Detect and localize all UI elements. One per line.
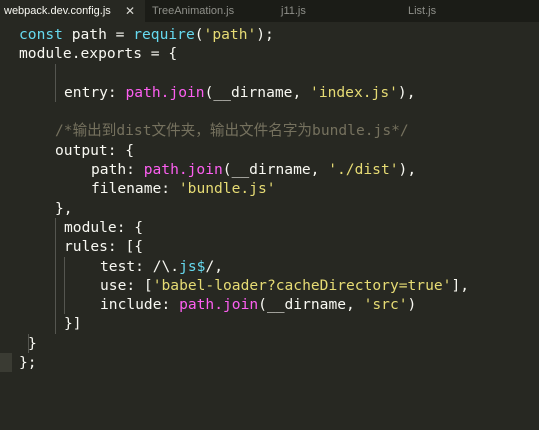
code-text: output: { [55,141,135,159]
tab-webpack-dev-config[interactable]: webpack.dev.config.js ✕ [0,0,145,22]
indent-guide [55,82,56,103]
code-line: rules: [{ [0,237,539,257]
code-text: const path = require('path'); [19,26,274,43]
code-line: use: ['babel-loader?cacheDirectory=true'… [0,275,539,296]
tab-bar: webpack.dev.config.js ✕ TreeAnimation.js… [0,0,539,22]
indent-guide [64,295,65,315]
code-editor[interactable]: webpack.dev.config.js ✕ TreeAnimation.js… [0,0,539,409]
indent-guide [55,275,56,296]
code-line: module.exports = { [0,44,539,63]
code-line: }] [0,314,539,334]
tab-label: webpack.dev.config.js [4,5,111,17]
code-text: module: { [64,218,144,236]
close-icon[interactable]: ✕ [125,0,135,22]
indent-guide [55,217,56,238]
code-text: module.exports = { [19,45,178,63]
code-text: use: ['babel-loader?cacheDirectory=true'… [100,276,470,294]
tab-label: j11.js [281,5,306,17]
tab-label: List.js [408,5,437,17]
code-line: output: { [0,141,539,160]
code-line: filename: 'bundle.js' [0,179,539,198]
code-line: /*输出到dist文件夹，输出文件名字为bundle.js*/ [0,121,539,140]
code-text: test: /\.js$/, [100,257,224,275]
code-line [0,63,539,83]
indent-guide [64,275,65,296]
code-line: const path = require('path'); [0,25,539,44]
code-line: path: path.join(__dirname, './dist'), [0,160,539,179]
indent-guide [55,237,56,257]
code-line: }, [0,199,539,218]
code-line: entry: path.join(__dirname, 'index.js'), [0,82,539,103]
code-area[interactable]: const path = require('path'); module.exp… [0,25,539,373]
code-line: }; [0,353,539,372]
indent-guide [55,256,56,276]
code-text: } [28,334,37,352]
code-text: path: path.join(__dirname, './dist'), [91,161,417,179]
indent-guide [55,295,56,315]
code-line: include: path.join(__dirname, 'src') [0,295,539,315]
code-text: }, [55,199,73,217]
tab-label: TreeAnimation.js [152,5,235,17]
code-line: module: { [0,217,539,238]
code-text: }; [19,354,37,372]
code-text: entry: path.join(__dirname, 'index.js'), [64,83,416,101]
code-line: test: /\.js$/, [0,256,539,276]
code-line: } [0,333,539,373]
tab-list[interactable]: List.js [408,0,436,22]
code-text: rules: [{ [64,238,144,256]
tab-tree-animation[interactable]: TreeAnimation.js [152,0,234,22]
code-text: filename: 'bundle.js' [91,180,276,198]
code-text: }] [64,315,82,333]
code-text: include: path.join(__dirname, 'src') [100,296,417,314]
indent-guide [55,314,56,334]
tab-j11[interactable]: j11.js [281,0,306,22]
indent-guide [55,63,56,83]
indent-guide [64,256,65,276]
code-comment: /*输出到dist文件夹，输出文件名字为bundle.js*/ [55,122,409,140]
